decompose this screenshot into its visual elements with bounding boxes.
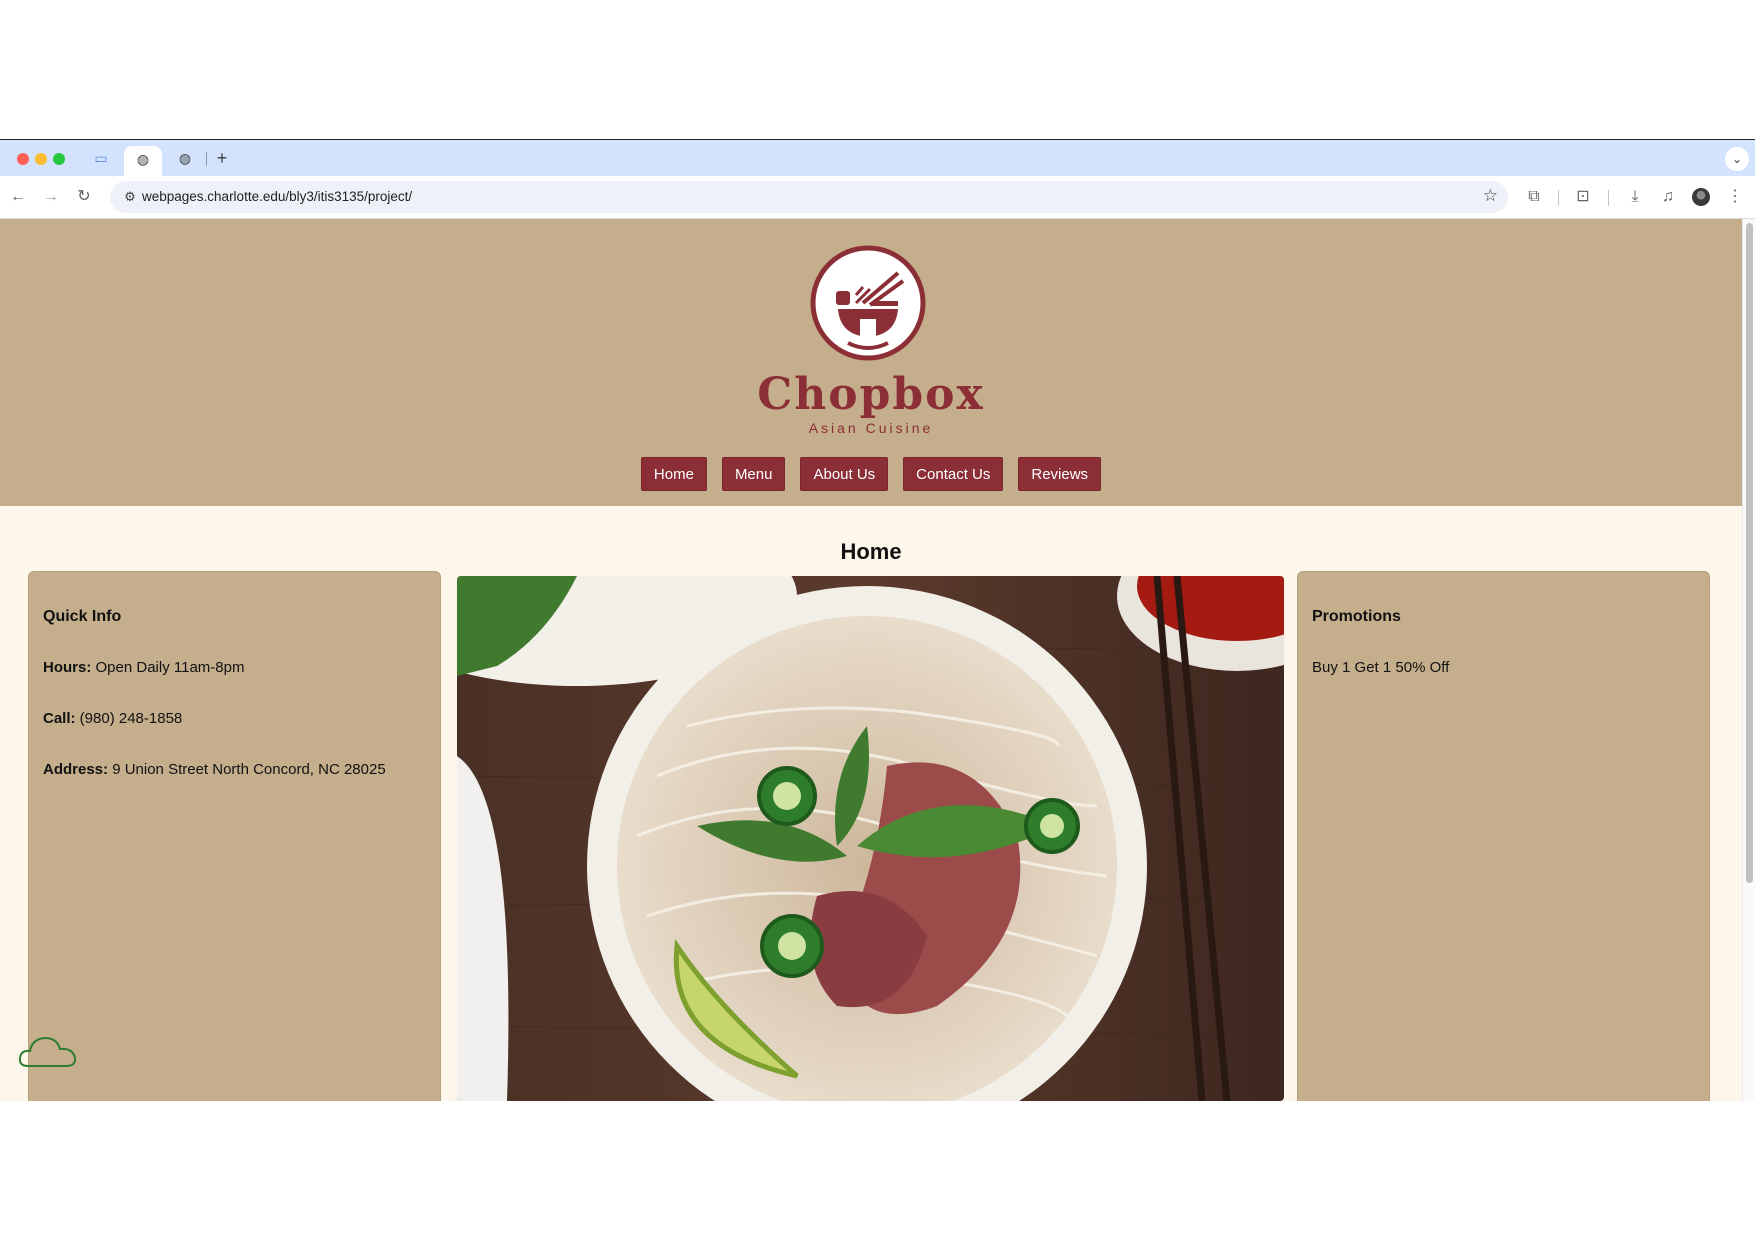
brand-tagline: Asian Cuisine [808,420,934,436]
browser-toolbar: ← → ↻ ⚙ webpages.charlotte.edu/bly3/itis… [0,176,1755,219]
address-line: Address: 9 Union Street North Concord, N… [43,761,426,778]
quick-info-heading: Quick Info [43,608,122,625]
new-tab-button[interactable]: + [212,148,232,168]
address-label: Address: [43,761,109,778]
screenshot-icon[interactable]: ⊡ [1572,186,1594,208]
phone-value: (980) 248-1858 [75,710,183,727]
site-header: Chopbox Asian Cuisine Home Menu About Us… [0,219,1742,506]
inactive-tab-globe-icon[interactable]: ◍ [175,148,195,168]
media-control-icon[interactable]: ♫ [1657,186,1679,208]
hours-label: Hours: [43,659,92,676]
close-window-button[interactable] [17,153,29,165]
quick-info-panel: Quick Info Hours: Open Daily 11am-8pm Ca… [28,571,441,1101]
nav-contact-button[interactable]: Contact Us [903,457,1004,491]
browser-menu-icon[interactable]: ⋮ [1724,186,1746,208]
site-info-icon[interactable]: ⚙ [120,187,140,207]
page-scrollbar[interactable] [1742,219,1755,1101]
hours-line: Hours: Open Daily 11am-8pm [43,659,426,676]
tab-search-dropdown[interactable]: ⌄ [1725,147,1749,171]
tab-group-icon[interactable]: ▭ [91,148,111,168]
active-tab[interactable]: ◍ [124,146,162,177]
globe-icon: ◍ [136,151,150,167]
cloud-icon[interactable] [18,1030,78,1070]
nav-about-button[interactable]: About Us [800,457,889,491]
main-navigation: Home Menu About Us Contact Us Reviews [0,457,1742,491]
promotion-item: Buy 1 Get 1 50% Off [1312,659,1450,676]
reload-button[interactable]: ↻ [73,186,95,208]
promotions-heading: Promotions [1312,608,1401,625]
url-text: webpages.charlotte.edu/bly3/itis3135/pro… [142,189,413,204]
page-title: Home [840,539,902,564]
brand-name: Chopbox [757,369,985,420]
promotions-panel: Promotions Buy 1 Get 1 50% Off [1297,571,1710,1101]
nav-menu-button[interactable]: Menu [721,457,786,491]
phone-label: Call: [43,710,76,727]
chopbox-logo-icon[interactable] [808,243,928,363]
pho-bowl-image [457,576,1284,1101]
tab-separator [206,152,207,166]
toolbar-divider [1558,190,1559,206]
profile-avatar[interactable] [1692,188,1710,206]
forward-button[interactable]: → [40,186,62,208]
phone-line: Call: (980) 248-1858 [43,710,426,727]
toolbar-divider [1608,190,1609,206]
bookmark-star-icon[interactable]: ☆ [1483,186,1498,206]
nav-reviews-button[interactable]: Reviews [1018,457,1102,491]
browser-window: ▭ ◍ ◍ + ⌄ ← → ↻ ⚙ webpages.charlotte.edu… [0,139,1755,1101]
nav-home-button[interactable]: Home [640,457,707,491]
extensions-icon[interactable]: ⧉ [1523,186,1545,208]
scrollbar-thumb[interactable] [1746,223,1753,883]
minimize-window-button[interactable] [35,153,47,165]
maximize-window-button[interactable] [53,153,65,165]
address-bar[interactable]: ⚙ webpages.charlotte.edu/bly3/itis3135/p… [110,181,1508,213]
hours-value: Open Daily 11am-8pm [91,659,245,676]
download-icon[interactable]: ⤓ [1624,186,1646,208]
web-page: Chopbox Asian Cuisine Home Menu About Us… [0,219,1742,1101]
address-value: 9 Union Street North Concord, NC 28025 [108,761,386,778]
tab-bar: ▭ ◍ ◍ + ⌄ [0,139,1755,177]
back-button[interactable]: ← [7,186,29,208]
